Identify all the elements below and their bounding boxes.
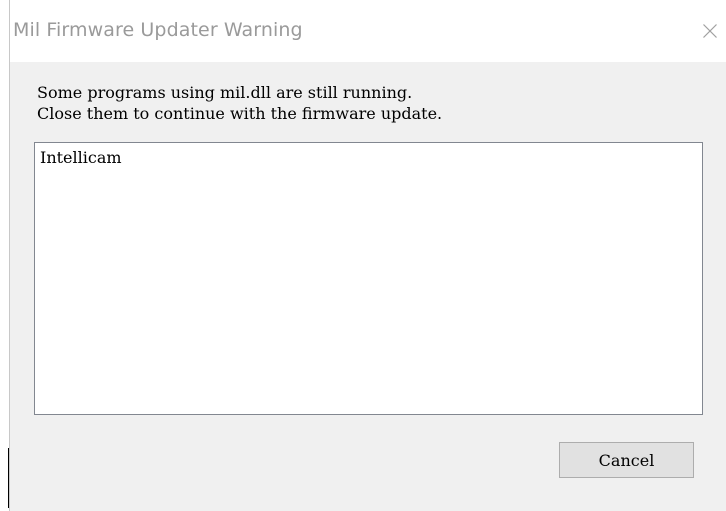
warning-dialog: Mil Firmware Updater Warning Some progra… <box>9 0 726 511</box>
title-bar[interactable]: Mil Firmware Updater Warning <box>10 0 726 62</box>
background-window-edge <box>0 0 9 511</box>
cancel-button[interactable]: Cancel <box>559 442 694 478</box>
close-icon <box>703 24 717 38</box>
warning-message-line-1: Some programs using mil.dll are still ru… <box>37 83 413 102</box>
warning-message: Some programs using mil.dll are still ru… <box>37 82 442 124</box>
warning-message-line-2: Close them to continue with the firmware… <box>37 104 443 123</box>
running-programs-list[interactable]: Intellicam <box>34 142 703 415</box>
window-title: Mil Firmware Updater Warning <box>13 19 303 41</box>
list-item[interactable]: Intellicam <box>40 148 122 167</box>
close-button[interactable] <box>691 14 726 50</box>
